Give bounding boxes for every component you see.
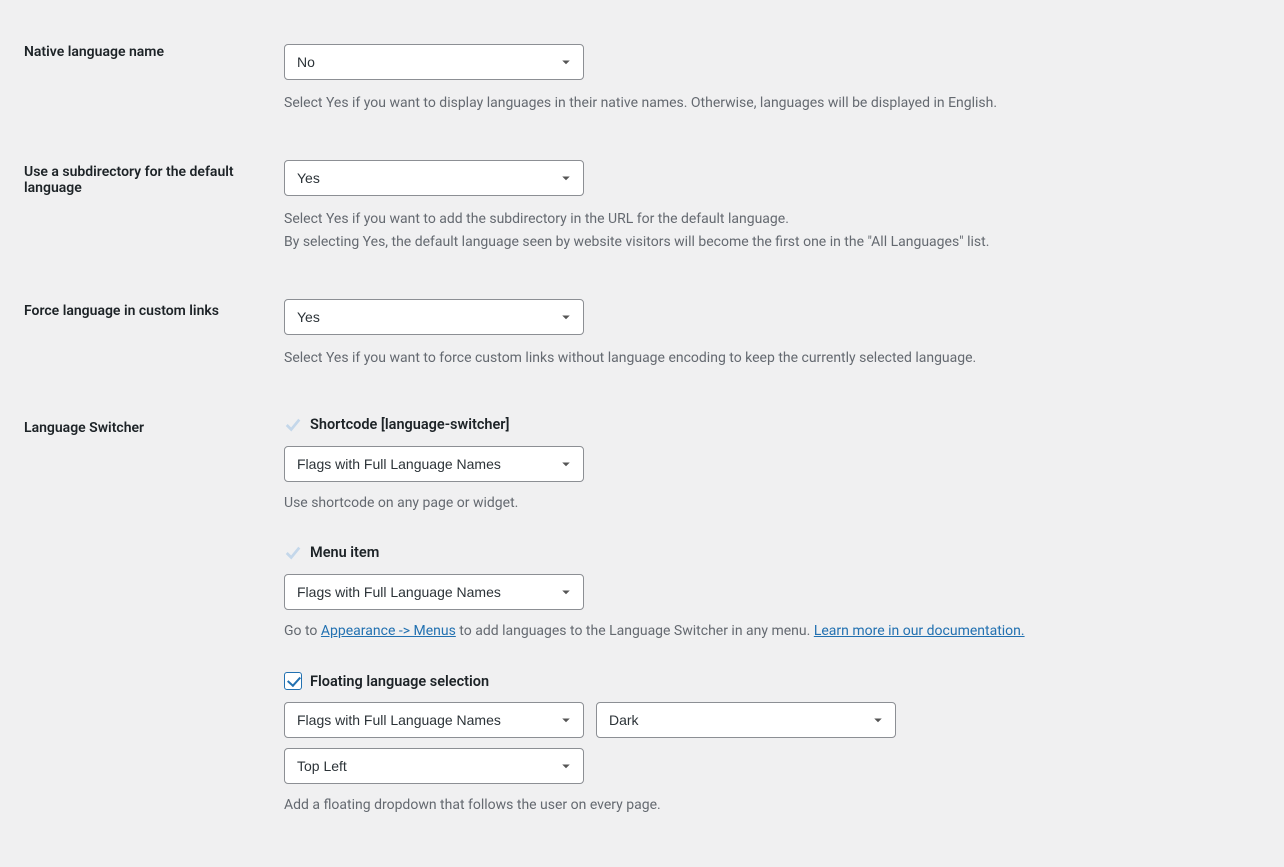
- floating-theme-select[interactable]: Dark: [596, 702, 896, 738]
- subdirectory-default-description: Select Yes if you want to add the subdir…: [284, 208, 1244, 253]
- shortcode-title: Shortcode [language-switcher]: [310, 416, 510, 433]
- menu-item-display-select[interactable]: Flags with Full Language Names: [284, 574, 584, 610]
- force-language-label: Force language in custom links: [24, 303, 219, 319]
- native-language-name-description: Select Yes if you want to display langua…: [284, 92, 1244, 114]
- menu-item-description: Go to Appearance -> Menus to add languag…: [284, 620, 1244, 642]
- native-language-name-label: Native language name: [24, 44, 164, 60]
- floating-display-select[interactable]: Flags with Full Language Names: [284, 702, 584, 738]
- shortcode-display-select[interactable]: Flags with Full Language Names: [284, 446, 584, 482]
- floating-checkbox[interactable]: [284, 672, 302, 690]
- subdirectory-default-select[interactable]: Yes: [284, 160, 584, 196]
- menu-item-title: Menu item: [310, 544, 379, 561]
- force-language-select[interactable]: Yes: [284, 299, 584, 335]
- language-switcher-label: Language Switcher: [24, 420, 144, 436]
- shortcode-description: Use shortcode on any page or widget.: [284, 492, 1244, 514]
- subdirectory-default-label: Use a subdirectory for the default langu…: [24, 164, 234, 196]
- check-icon: [284, 544, 302, 562]
- force-language-description: Select Yes if you want to force custom l…: [284, 347, 1244, 369]
- floating-description: Add a floating dropdown that follows the…: [284, 794, 1244, 816]
- floating-title: Floating language selection: [310, 673, 489, 690]
- floating-position-select[interactable]: Top Left: [284, 748, 584, 784]
- check-icon: [284, 416, 302, 434]
- learn-more-link[interactable]: Learn more in our documentation.: [814, 623, 1025, 639]
- native-language-name-select[interactable]: No: [284, 44, 584, 80]
- appearance-menus-link[interactable]: Appearance -> Menus: [321, 623, 456, 639]
